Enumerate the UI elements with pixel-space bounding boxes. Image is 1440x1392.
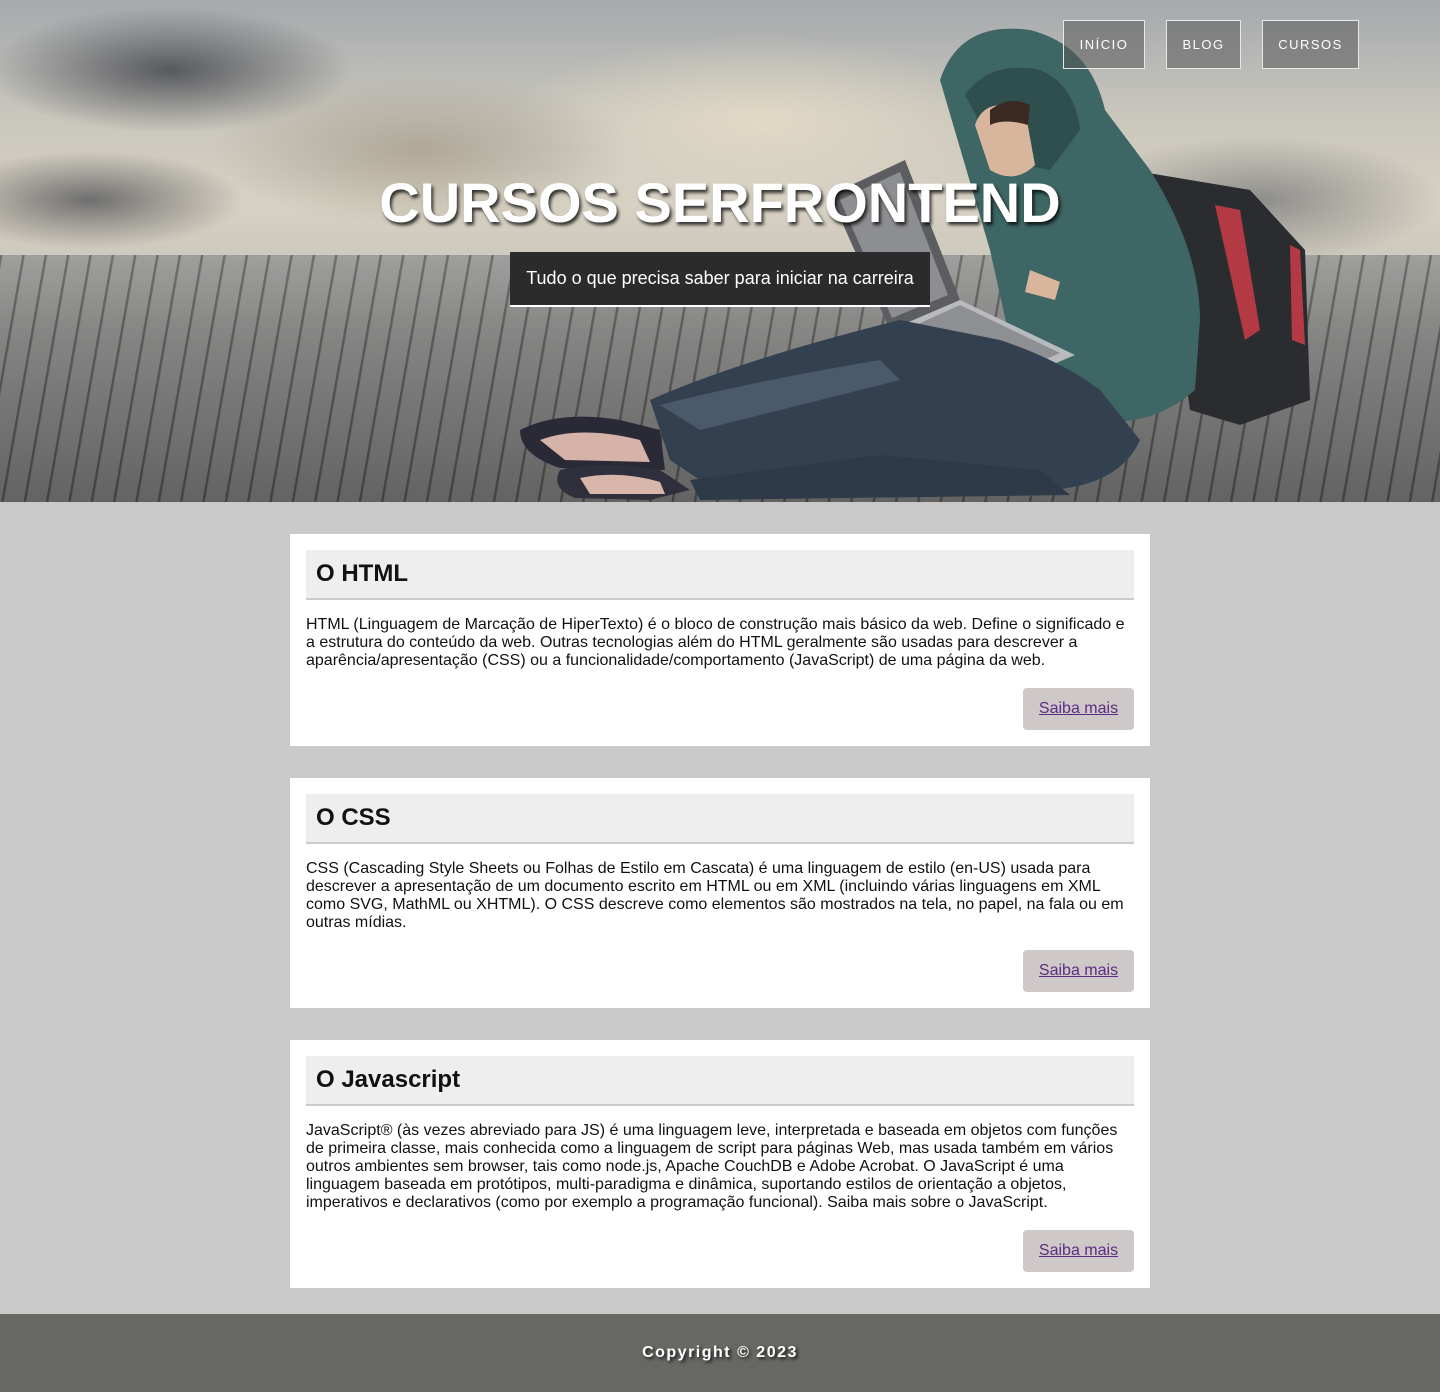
hero-subtitle: Tudo o que precisa saber para iniciar na… <box>510 252 930 307</box>
card-actions: Saiba mais <box>306 688 1134 730</box>
nav-inicio-button[interactable]: INÍCIO <box>1063 20 1145 69</box>
card-title: O HTML <box>306 550 1134 600</box>
course-card-javascript: O Javascript JavaScript® (às vezes abrev… <box>290 1040 1150 1288</box>
card-title: O Javascript <box>306 1056 1134 1106</box>
card-description: HTML (Linguagem de Marcação de HiperText… <box>306 616 1125 669</box>
course-card-html: O HTML HTML (Linguagem de Marcação de Hi… <box>290 534 1150 746</box>
saiba-mais-html-button[interactable]: Saiba mais <box>1023 688 1134 730</box>
saiba-mais-css-button[interactable]: Saiba mais <box>1023 950 1134 992</box>
footer-copyright: Copyright © 2023 <box>642 1344 798 1361</box>
card-description: JavaScript® (às vezes abreviado para JS)… <box>306 1122 1118 1211</box>
card-actions: Saiba mais <box>306 950 1134 992</box>
hero-title: CURSOS SERFRONTEND <box>379 171 1061 234</box>
hero-banner: INÍCIO BLOG CURSOS CURSOS SERFRONTEND Tu… <box>0 0 1440 502</box>
course-card-css: O CSS CSS (Cascading Style Sheets ou Fol… <box>290 778 1150 1008</box>
page-footer: Copyright © 2023 <box>0 1314 1440 1392</box>
card-actions: Saiba mais <box>306 1230 1134 1272</box>
nav-blog-button[interactable]: BLOG <box>1166 20 1241 69</box>
main-nav: INÍCIO BLOG CURSOS <box>1063 20 1359 69</box>
nav-cursos-button[interactable]: CURSOS <box>1262 20 1359 69</box>
hero-student-illustration <box>520 28 1310 500</box>
saiba-mais-javascript-button[interactable]: Saiba mais <box>1023 1230 1134 1272</box>
course-list: O HTML HTML (Linguagem de Marcação de Hi… <box>290 534 1150 1320</box>
card-description: CSS (Cascading Style Sheets ou Folhas de… <box>306 860 1124 931</box>
card-title: O CSS <box>306 794 1134 844</box>
